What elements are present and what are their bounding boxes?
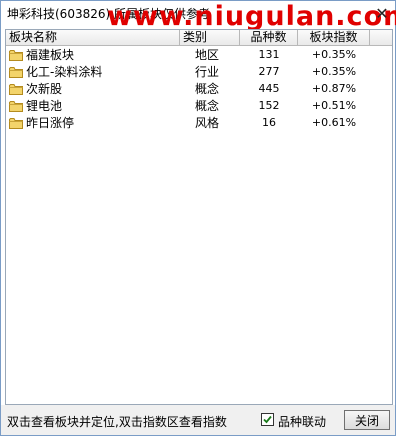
column-header-count[interactable]: 品种数 (240, 30, 298, 45)
column-header-name[interactable]: 板块名称 (6, 30, 180, 45)
sector-name-cell: 福建板块 (6, 46, 180, 63)
sector-name-cell: 昨日涨停 (6, 114, 180, 131)
sector-name: 福建板块 (26, 48, 75, 62)
title-bar: 坤彩科技(603826) 所属板块仅供参考 www.niugulan.com ✕ (1, 1, 396, 31)
linkage-checkbox-label[interactable]: 品种联动 (278, 413, 326, 430)
sector-name-cell: 化工-染料涂料 (6, 63, 180, 80)
sector-table[interactable]: 板块名称 类别 品种数 板块指数 福建板块 地区 131 +0.35% 化工-染料涂料 行… (5, 29, 393, 405)
sector-index-change: +0.35% (311, 48, 357, 61)
watermark-logo: www.niugulan.com (107, 1, 396, 32)
table-body: 福建板块 地区 131 +0.35% 化工-染料涂料 行业 277 +0.35% 次新股 概念 44… (6, 46, 392, 131)
sector-name: 锂电池 (26, 99, 63, 113)
table-row[interactable]: 次新股 概念 445 +0.87% (6, 80, 392, 97)
sector-name: 次新股 (26, 82, 63, 96)
table-row[interactable]: 福建板块 地区 131 +0.35% (6, 46, 392, 63)
folder-icon (9, 100, 23, 112)
sector-name: 化工-染料涂料 (26, 65, 103, 79)
check-icon (263, 415, 272, 424)
sector-index-change: +0.87% (311, 82, 357, 95)
sector-category: 概念 (195, 99, 220, 113)
sector-count: 16 (262, 116, 276, 129)
table-header: 板块名称 类别 品种数 板块指数 (6, 30, 392, 46)
sector-name-cell: 次新股 (6, 80, 180, 97)
sector-name: 昨日涨停 (26, 116, 75, 130)
sector-count: 277 (258, 65, 280, 78)
sector-index-change: +0.61% (311, 116, 357, 129)
column-header-index[interactable]: 板块指数 (298, 30, 370, 45)
column-header-category[interactable]: 类别 (180, 30, 240, 45)
table-row[interactable]: 昨日涨停 风格 16 +0.61% (6, 114, 392, 131)
dialog-window: 坤彩科技(603826) 所属板块仅供参考 www.niugulan.com ✕… (0, 0, 396, 436)
sector-count: 445 (258, 82, 280, 95)
sector-category: 行业 (195, 65, 220, 79)
folder-icon (9, 49, 23, 61)
close-button[interactable]: 关闭 (344, 410, 390, 430)
linkage-checkbox[interactable] (261, 413, 274, 426)
sector-name-cell: 锂电池 (6, 97, 180, 114)
table-row[interactable]: 化工-染料涂料 行业 277 +0.35% (6, 63, 392, 80)
sector-count: 152 (258, 99, 280, 112)
sector-count: 131 (258, 48, 280, 61)
sector-index-change: +0.35% (311, 65, 357, 78)
close-icon[interactable]: ✕ (373, 5, 391, 23)
footer-bar: 双击查看板块并定位,双击指数区查看指数 品种联动 关闭 (1, 405, 395, 435)
sector-category: 概念 (195, 82, 220, 96)
sector-category: 地区 (195, 48, 220, 62)
folder-icon (9, 66, 23, 78)
folder-icon (9, 117, 23, 129)
folder-icon (9, 83, 23, 95)
hint-text: 双击查看板块并定位,双击指数区查看指数 (7, 415, 227, 429)
table-row[interactable]: 锂电池 概念 152 +0.51% (6, 97, 392, 114)
sector-index-change: +0.51% (311, 99, 357, 112)
sector-category: 风格 (195, 116, 220, 130)
